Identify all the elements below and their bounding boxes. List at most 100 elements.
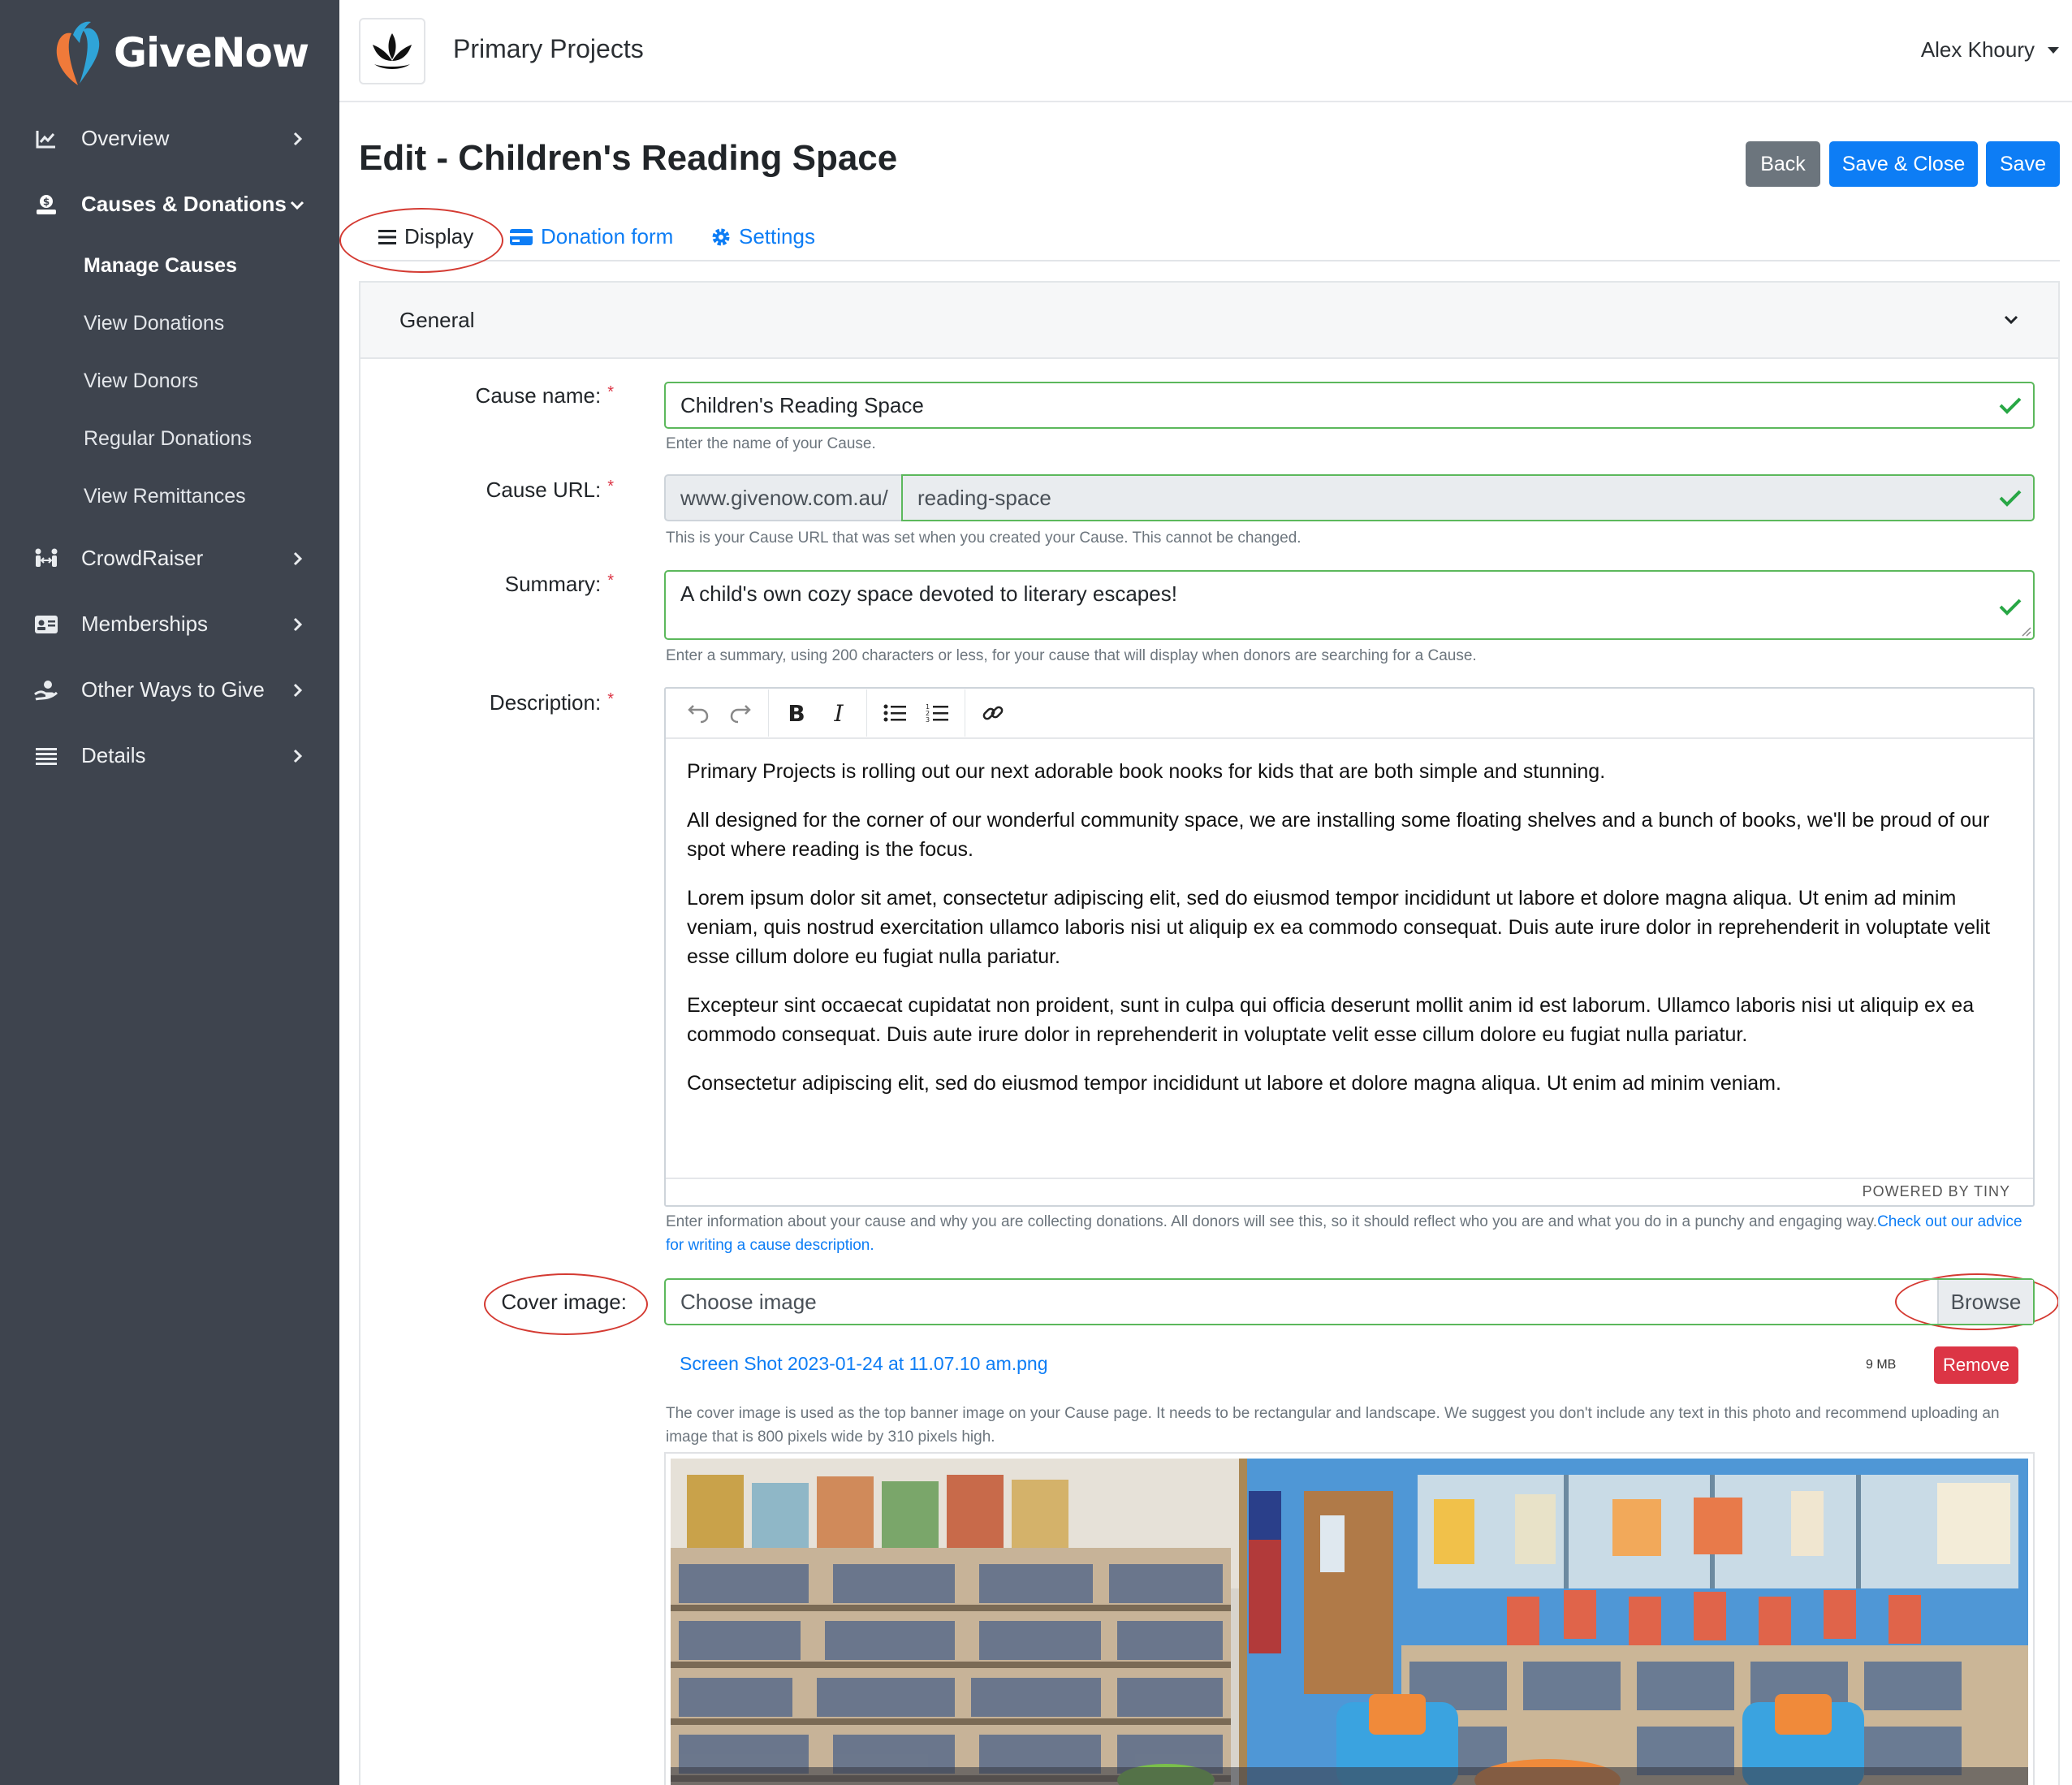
- cover-image-label: Cover image:: [501, 1290, 627, 1314]
- link-icon: [982, 706, 1004, 720]
- back-button[interactable]: Back: [1746, 141, 1820, 187]
- bold-icon: B: [788, 699, 805, 727]
- redo-button[interactable]: [719, 693, 762, 733]
- sidebar-item-label: Other Ways to Give: [81, 677, 265, 702]
- description-paragraph: All designed for the corner of our wonde…: [687, 809, 1990, 861]
- lotus-leaf-icon: [373, 33, 412, 69]
- undo-icon: [688, 705, 709, 724]
- chevron-right-icon: [293, 551, 303, 565]
- powered-by-tiny[interactable]: POWERED BY TINY: [1863, 1183, 2010, 1199]
- description-paragraph: Primary Projects is rolling out our next…: [687, 760, 1606, 783]
- svg-text:3: 3: [926, 716, 930, 724]
- save-button[interactable]: Save: [1986, 141, 2060, 187]
- sidebar-item-label: Details: [81, 743, 146, 767]
- givenow-logo[interactable]: GiveNow: [55, 18, 309, 88]
- description-paragraph: Consectetur adipiscing elit, sed do eius…: [687, 1072, 1781, 1095]
- bold-button[interactable]: B: [775, 693, 818, 733]
- general-panel-header[interactable]: General: [360, 283, 2058, 359]
- sidebar-subitem-regular-donations[interactable]: Regular Donations: [0, 410, 339, 468]
- summary-help: Enter a summary, using 200 characters or…: [666, 647, 1477, 664]
- save-close-button[interactable]: Save & Close: [1829, 141, 1978, 187]
- sidebar-item-label: Causes & Donations: [81, 192, 287, 216]
- cause-name-input[interactable]: Children's Reading Space: [664, 382, 2035, 429]
- sidebar-subitem-view-donations[interactable]: View Donations: [0, 295, 339, 352]
- editor-content[interactable]: Primary Projects is rolling out our next…: [666, 741, 2033, 1176]
- cause-url-label: Cause URL: *: [486, 478, 614, 502]
- cause-url-help: This is your Cause URL that was set when…: [666, 529, 1301, 547]
- chevron-down-icon: [2004, 315, 2018, 325]
- sidebar-subitem-view-donors[interactable]: View Donors: [0, 352, 339, 410]
- bullet-list-button[interactable]: [874, 693, 916, 733]
- hand-holding-icon: [32, 676, 60, 704]
- description-paragraph: Excepteur sint occaecat cupidatat non pr…: [687, 994, 1975, 1046]
- chevron-right-icon: [293, 617, 303, 631]
- chevron-right-icon: [293, 683, 303, 697]
- tab-label: Donation form: [541, 224, 674, 249]
- sidebar-item-memberships[interactable]: Memberships: [0, 591, 339, 657]
- id-card-icon: [32, 611, 60, 638]
- sidebar-item-causes-donations[interactable]: $ Causes & Donations: [0, 171, 339, 237]
- check-icon: [1999, 397, 2022, 414]
- numbered-list-button[interactable]: 123: [916, 693, 958, 733]
- editor-statusbar: POWERED BY TINY: [666, 1178, 2033, 1205]
- givenow-heart-icon: [55, 19, 102, 87]
- description-rich-editor: B I 123 Primary Projects is rolling out …: [664, 687, 2035, 1207]
- summary-label: Summary: *: [504, 572, 614, 596]
- svg-text:$: $: [43, 196, 50, 207]
- sidebar-item-label: Overview: [81, 126, 170, 150]
- sidebar: GiveNow Overview $ Causes & Donations Ma…: [0, 0, 339, 1785]
- sidebar-subitem-manage-causes[interactable]: Manage Causes: [0, 237, 339, 295]
- cause-name-label: Cause name: *: [475, 383, 614, 408]
- sidebar-item-details[interactable]: Details: [0, 723, 339, 789]
- toolbar-divider: [768, 689, 769, 737]
- page-title: Edit - Children's Reading Space: [359, 138, 898, 178]
- italic-icon: I: [834, 699, 844, 727]
- required-asterisk: *: [607, 383, 614, 401]
- caret-down-icon: [2048, 46, 2059, 54]
- brand-name: GiveNow: [114, 29, 309, 76]
- file-size: 9 MB: [1866, 1358, 1897, 1372]
- numbered-list-icon: 123: [926, 703, 948, 724]
- browse-button[interactable]: Browse: [1937, 1280, 2033, 1324]
- cover-image-help: The cover image is used as the top banne…: [666, 1405, 2000, 1446]
- people-arrows-icon: [32, 545, 60, 573]
- sidebar-item-other-ways-to-give[interactable]: Other Ways to Give: [0, 657, 339, 723]
- undo-button[interactable]: [677, 693, 719, 733]
- user-name: Alex Khoury: [1920, 37, 2035, 62]
- gear-icon: [711, 227, 731, 247]
- required-asterisk: *: [607, 478, 614, 495]
- sidebar-item-crowdraiser[interactable]: CrowdRaiser: [0, 525, 339, 591]
- annotation-circle-display-tab: [339, 208, 503, 273]
- top-bar: Primary Projects Alex Khoury: [339, 0, 2072, 102]
- sidebar-item-label: Memberships: [81, 612, 209, 636]
- cause-url-input: reading-space: [901, 474, 2035, 521]
- cover-image-preview: [664, 1452, 2035, 1785]
- tab-settings[interactable]: Settings: [711, 224, 815, 249]
- summary-textarea[interactable]: A child's own cozy space devoted to lite…: [664, 570, 2035, 640]
- cover-image-placeholder: Choose image: [680, 1289, 817, 1314]
- chart-line-icon: [32, 125, 60, 153]
- required-asterisk: *: [607, 572, 614, 590]
- cover-image-file-input[interactable]: Choose image Browse: [664, 1278, 2035, 1325]
- link-button[interactable]: [972, 693, 1014, 733]
- user-menu[interactable]: Alex Khoury: [1921, 37, 2059, 63]
- sidebar-subitem-view-remittances[interactable]: View Remittances: [0, 468, 339, 525]
- tab-donation-form[interactable]: Donation form: [510, 224, 673, 249]
- redo-icon: [730, 705, 751, 724]
- italic-button[interactable]: I: [818, 693, 860, 733]
- sidebar-nav: Overview $ Causes & Donations Manage Cau…: [0, 106, 339, 789]
- cause-url-prefix: www.givenow.com.au/: [664, 474, 901, 521]
- resize-handle-icon[interactable]: [2020, 625, 2031, 637]
- uploaded-file-link[interactable]: Screen Shot 2023-01-24 at 11.07.10 am.pn…: [680, 1353, 1048, 1375]
- check-icon: [1999, 490, 2022, 507]
- remove-file-button[interactable]: Remove: [1934, 1346, 2018, 1384]
- edit-tabs: Display Donation form Settings: [359, 216, 2060, 261]
- org-logo[interactable]: [359, 18, 425, 84]
- required-asterisk: *: [607, 690, 614, 708]
- editor-toolbar: B I 123: [666, 689, 2033, 739]
- sidebar-item-overview[interactable]: Overview: [0, 106, 339, 171]
- toolbar-divider: [866, 689, 867, 737]
- description-paragraph: Lorem ipsum dolor sit amet, consectetur …: [687, 887, 1991, 968]
- description-help-text: Enter information about your cause and w…: [666, 1213, 1878, 1230]
- chevron-right-icon: [293, 132, 303, 145]
